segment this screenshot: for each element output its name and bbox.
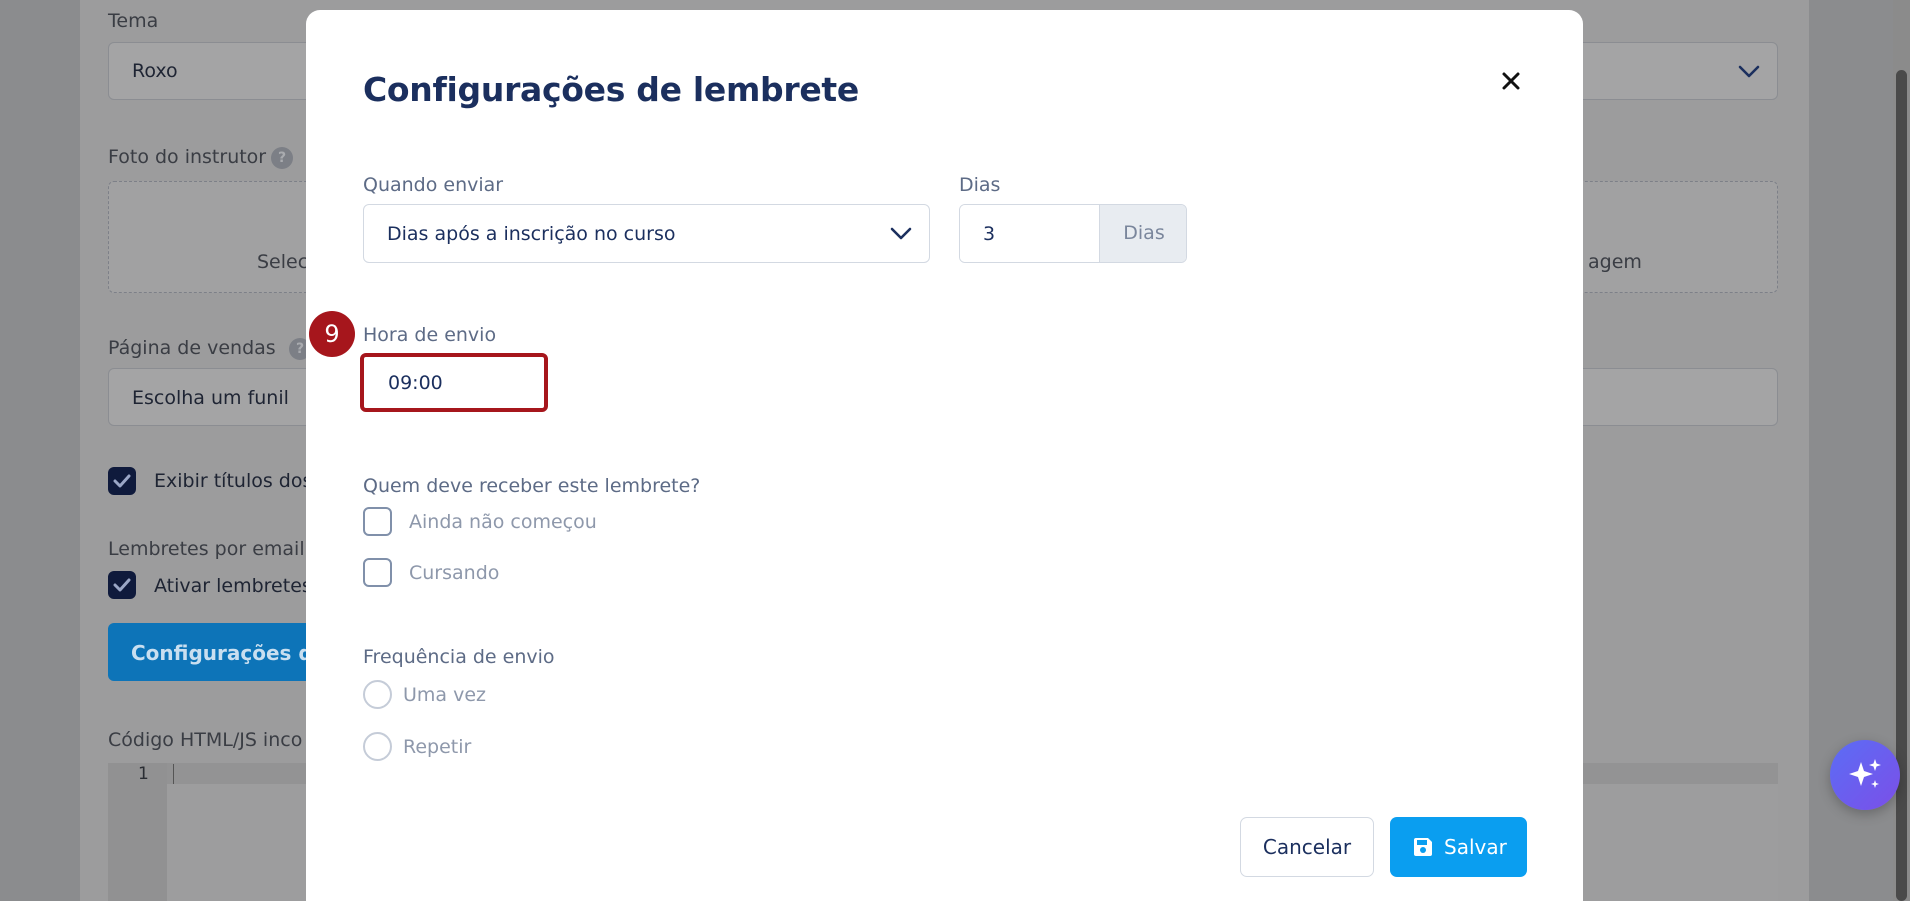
enable-reminders-checkbox[interactable]	[108, 571, 136, 599]
show-titles-label: Exibir títulos dos	[154, 470, 313, 492]
not-started-checkbox[interactable]	[363, 507, 392, 536]
in-progress-checkbox[interactable]	[363, 558, 392, 587]
when-send-select[interactable]: Dias após a inscrição no curso	[363, 204, 930, 263]
send-time-input[interactable]	[360, 353, 548, 412]
once-label: Uma vez	[403, 684, 487, 706]
floppy-disk-icon	[1414, 838, 1432, 856]
upload-text-left: Selec	[257, 251, 309, 273]
sales-page-label: Página de vendas	[108, 337, 276, 359]
not-started-label: Ainda não começou	[409, 511, 597, 533]
email-reminders-label: Lembretes por email	[108, 538, 305, 560]
days-label: Dias	[959, 174, 1001, 196]
save-button[interactable]: Salvar	[1390, 817, 1527, 877]
chevron-down-icon	[890, 227, 912, 240]
line-number: 1	[138, 764, 149, 784]
cancel-button[interactable]: Cancelar	[1240, 817, 1374, 877]
theme-label: Tema	[108, 10, 159, 32]
text-cursor	[173, 764, 174, 784]
recipients-label: Quem deve receber este lembrete?	[363, 475, 701, 497]
upload-text-right: agem	[1588, 251, 1642, 273]
once-radio[interactable]	[363, 680, 392, 709]
reminder-settings-modal: Configurações de lembrete Quando enviar …	[306, 10, 1583, 901]
enable-reminders-label: Ativar lembretes	[154, 575, 312, 597]
modal-title: Configurações de lembrete	[363, 70, 859, 109]
step-number-badge: 9	[309, 311, 355, 357]
reminder-settings-button[interactable]: Configurações de	[108, 623, 318, 681]
theme-select-value: Roxo	[132, 60, 178, 82]
ai-assistant-button[interactable]	[1830, 740, 1900, 810]
instructor-photo-label: Foto do instrutor	[108, 146, 267, 168]
in-progress-label: Cursando	[409, 562, 500, 584]
frequency-label: Frequência de envio	[363, 646, 555, 668]
close-button[interactable]	[1496, 66, 1526, 96]
code-label: Código HTML/JS inco	[108, 729, 303, 751]
repeat-label: Repetir	[403, 736, 472, 758]
checkmark-icon	[113, 578, 131, 592]
days-input-group: Dias	[959, 204, 1187, 263]
days-addon: Dias	[1099, 205, 1186, 262]
close-icon	[1502, 72, 1520, 90]
show-titles-checkbox[interactable]	[108, 467, 136, 495]
sparkles-icon	[1849, 759, 1881, 788]
send-time-label: Hora de envio	[363, 324, 497, 346]
repeat-radio[interactable]	[363, 732, 392, 761]
when-send-select-value: Dias após a inscrição no curso	[387, 223, 676, 245]
when-send-label: Quando enviar	[363, 174, 504, 196]
help-icon: ?	[271, 147, 293, 169]
chevron-down-icon	[1738, 65, 1760, 78]
checkmark-icon	[113, 474, 131, 488]
days-input[interactable]	[960, 205, 1099, 262]
sales-page-select-value: Escolha um funil	[132, 387, 289, 409]
save-button-label: Salvar	[1444, 835, 1507, 859]
